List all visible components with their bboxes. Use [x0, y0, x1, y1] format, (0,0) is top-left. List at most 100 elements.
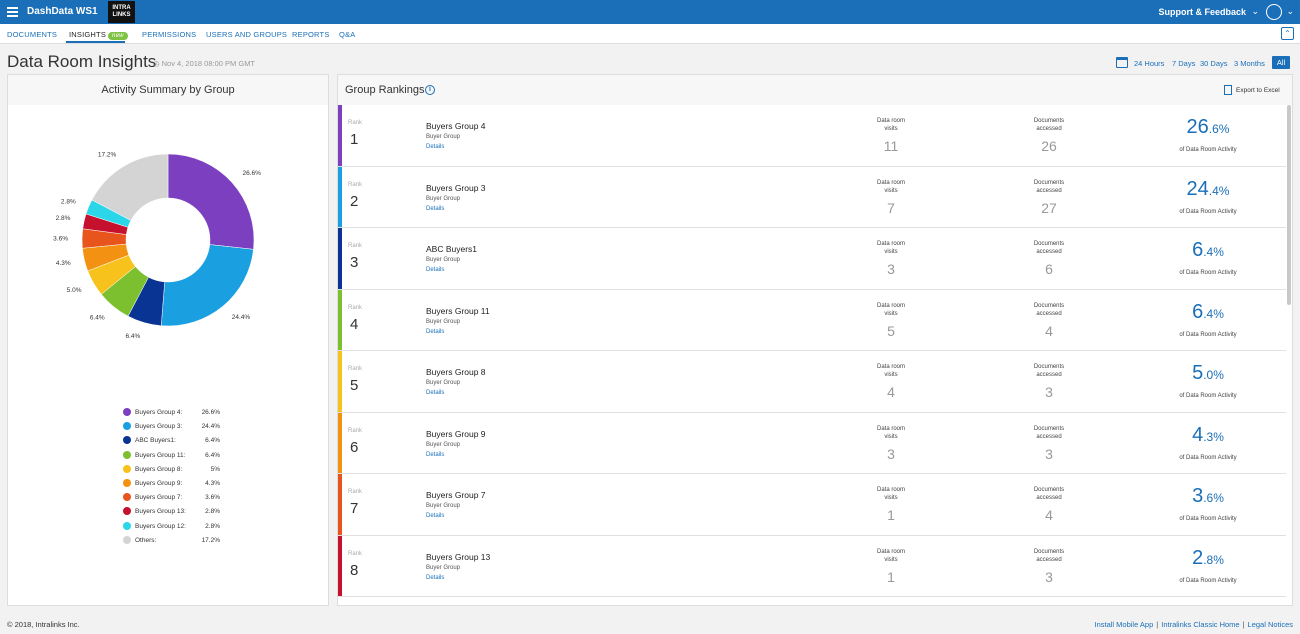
legend-value: 24.4%	[201, 423, 220, 431]
details-link[interactable]: Details	[426, 267, 444, 273]
export-to-excel-link[interactable]: Export to Excel	[1236, 87, 1280, 94]
support-feedback-menu[interactable]: Support & Feedback	[1158, 7, 1246, 17]
docs-label-line1: Documents	[1033, 487, 1065, 493]
group-type: Buyer Group	[426, 380, 461, 386]
group-rankings-title: Group Rankings	[345, 84, 425, 96]
slice-label: 3.6%	[53, 235, 68, 242]
activity-label: of Data Room Activity	[1179, 393, 1237, 399]
tab-users-and-groups[interactable]: USERS AND GROUPS	[206, 30, 287, 39]
activity-percent-dec: .4%	[1203, 245, 1224, 259]
activity-label: of Data Room Activity	[1179, 577, 1237, 584]
intralinks-classic-home-link[interactable]: Intralinks Classic Home	[1161, 620, 1239, 629]
tab-permissions[interactable]: PERMISSIONS	[142, 30, 196, 39]
range-all[interactable]: All	[1272, 56, 1290, 69]
rank-label: Rank	[348, 304, 363, 311]
details-link[interactable]: Details	[426, 206, 444, 212]
chart-legend: Buyers Group 4: 26.6% Buyers Group 3: 24…	[123, 407, 233, 549]
rank-number: 7	[350, 500, 359, 517]
rank-label: Rank	[348, 181, 363, 188]
rank-number: 5	[350, 377, 359, 394]
visits-value: 3	[887, 261, 895, 277]
legend-item[interactable]: Buyers Group 9: 4.3%	[123, 478, 233, 492]
tab-qa[interactable]: Q&A	[339, 30, 355, 39]
range-30-days[interactable]: 30 Days	[1200, 59, 1228, 68]
slice-label: 4.3%	[56, 260, 71, 267]
page-title: Data Room Insights	[7, 52, 157, 71]
activity-percent-int: 4	[1192, 423, 1204, 446]
donut-slice[interactable]	[167, 153, 255, 250]
legend-color-dot	[123, 535, 131, 544]
group-color-bar	[338, 412, 342, 473]
donut-chart-container: 26.6% 24.4% 6.4% 6.4% 5.0% 4.3% 3.6% 2.8% 2.8% 17…	[8, 105, 328, 395]
legend-name: Buyers Group 3:	[135, 423, 183, 431]
excel-file-icon[interactable]	[1224, 85, 1232, 95]
rank-number: 3	[350, 254, 359, 271]
visits-label-line1: Data room	[876, 241, 905, 247]
details-link[interactable]: Details	[426, 452, 444, 458]
visits-label-line1: Data room	[876, 118, 905, 124]
rank-number: 2	[350, 192, 359, 210]
legend-item[interactable]: Buyers Group 8: 5%	[123, 464, 233, 478]
group-name: Buyers Group 9	[426, 428, 486, 439]
tab-insights-label: INSIGHTS	[69, 30, 107, 39]
scrollbar[interactable]	[1287, 105, 1291, 305]
install-mobile-app-link[interactable]: Install Mobile App	[1094, 620, 1153, 629]
legend-item[interactable]: Others: 17.2%	[123, 535, 233, 549]
visits-label-line2: visits	[884, 187, 898, 194]
docs-label-line2: accessed	[1036, 310, 1062, 317]
activity-label: of Data Room Activity	[1179, 208, 1237, 215]
details-link[interactable]: Details	[426, 390, 444, 396]
visits-value: 5	[887, 322, 895, 339]
collapse-header-button[interactable]: ⌃	[1281, 27, 1294, 40]
legend-item[interactable]: Buyers Group 11: 6.4%	[123, 450, 233, 464]
chevron-down-icon[interactable]: ⌄	[1251, 6, 1259, 17]
visits-value: 4	[887, 384, 895, 400]
details-link[interactable]: Details	[426, 144, 444, 150]
group-name: Buyers Group 8	[426, 367, 486, 377]
visits-label-line2: visits	[884, 433, 898, 440]
details-link[interactable]: Details	[426, 513, 444, 519]
legend-item[interactable]: Buyers Group 4: 26.6%	[123, 407, 233, 421]
legend-item[interactable]: Buyers Group 12: 2.8%	[123, 521, 233, 535]
legend-item[interactable]: ABC Buyers1: 6.4%	[123, 435, 233, 449]
details-link[interactable]: Details	[426, 575, 444, 581]
docs-label-line2: accessed	[1036, 372, 1062, 378]
user-avatar-icon[interactable]	[1266, 4, 1282, 20]
calendar-icon[interactable]	[1116, 57, 1128, 68]
app-title[interactable]: DashData WS1	[27, 6, 98, 17]
activity-percent: 2.8%	[1148, 547, 1268, 570]
rank-number: 4	[350, 315, 359, 333]
group-color-bar	[338, 166, 342, 227]
chevron-down-icon[interactable]: ⌄	[1286, 6, 1294, 17]
visits-value: 1	[887, 568, 895, 585]
legend-item[interactable]: Buyers Group 7: 3.6%	[123, 492, 233, 506]
legend-item[interactable]: Buyers Group 13: 2.8%	[123, 506, 233, 520]
activity-percent-dec: .8%	[1203, 552, 1224, 567]
docs-label-line1: Documents	[1033, 548, 1065, 555]
group-name: ABC Buyers1	[426, 244, 478, 254]
legend-color-dot	[123, 408, 131, 416]
legend-item[interactable]: Buyers Group 3: 24.4%	[123, 421, 233, 435]
legend-color-dot	[123, 478, 131, 487]
slice-label: 24.4%	[232, 314, 251, 321]
visits-label-line1: Data room	[876, 179, 905, 186]
activity-label: of Data Room Activity	[1179, 516, 1237, 522]
ranking-row: Rank 2 Buyers Group 3 Buyer Group Detail…	[338, 166, 1286, 228]
group-color-bar	[338, 535, 342, 596]
activity-label: of Data Room Activity	[1179, 270, 1237, 276]
info-icon[interactable]: i	[425, 85, 435, 95]
range-24-hours[interactable]: 24 Hours	[1134, 59, 1164, 68]
visits-value: 11	[883, 138, 899, 154]
legal-notices-link[interactable]: Legal Notices	[1248, 620, 1293, 629]
tab-insights[interactable]: INSIGHTS new	[69, 30, 128, 40]
tab-documents[interactable]: DOCUMENTS	[7, 30, 57, 39]
copyright: © 2018, Intralinks Inc.	[7, 620, 80, 629]
menu-icon[interactable]	[7, 7, 18, 17]
tab-reports[interactable]: REPORTS	[292, 30, 330, 39]
page-date: ◷ Nov 4, 2018 08:00 PM GMT	[153, 59, 256, 68]
range-3-months[interactable]: 3 Months	[1234, 59, 1265, 68]
range-7-days[interactable]: 7 Days	[1172, 59, 1195, 68]
visits-label-line2: visits	[884, 126, 898, 132]
new-badge: new	[108, 32, 128, 40]
details-link[interactable]: Details	[426, 329, 444, 335]
